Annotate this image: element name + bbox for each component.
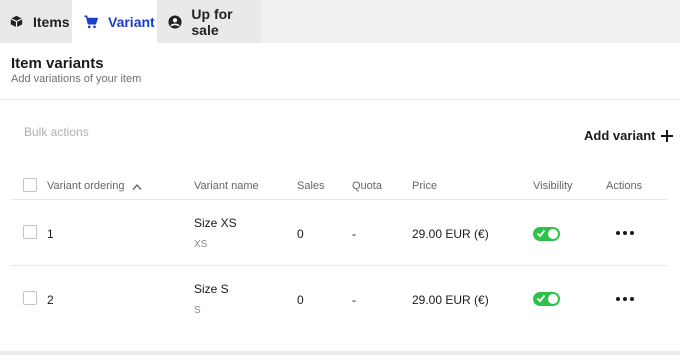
variant-quota: - [352, 293, 356, 307]
column-header-name: Variant name [194, 180, 259, 192]
tab-up-for-sale[interactable]: Up for sale [157, 0, 261, 43]
row-divider [10, 265, 668, 266]
variant-name: Size S [194, 282, 229, 296]
tab-label: Up for sale [191, 5, 233, 38]
variant-price: 29.00 EUR (€) [412, 227, 489, 241]
column-header-sales: Sales [297, 180, 325, 192]
table-divider [10, 199, 668, 200]
visibility-toggle[interactable] [533, 292, 560, 306]
variant-order: 2 [47, 293, 54, 307]
add-variant-button[interactable]: Add variant [584, 128, 673, 143]
visibility-toggle[interactable] [533, 227, 560, 241]
bottom-border [0, 351, 680, 355]
column-header-quota: Quota [352, 180, 382, 192]
column-header-visibility: Visibility [533, 180, 573, 192]
check-icon [536, 229, 546, 238]
variant-code: S [194, 305, 201, 316]
more-actions-icon[interactable] [616, 230, 634, 236]
variant-sales: 0 [297, 227, 304, 241]
variant-sales: 0 [297, 293, 304, 307]
page-title: Item variants [11, 55, 104, 72]
variant-quota: - [352, 227, 356, 241]
variant-order: 1 [47, 227, 54, 241]
add-variant-label: Add variant [584, 128, 656, 143]
column-header-price: Price [412, 180, 438, 192]
header-divider [0, 99, 680, 100]
tab-bar: Items Variant Up for sale [0, 0, 680, 43]
variant-code: XS [194, 239, 208, 250]
row-checkbox[interactable] [23, 291, 37, 305]
variant-price: 29.00 EUR (€) [412, 293, 489, 307]
box-icon [8, 14, 24, 30]
plus-icon [660, 129, 673, 142]
tab-variant[interactable]: Variant [72, 0, 157, 43]
select-all-checkbox[interactable] [23, 178, 37, 192]
chevron-up-icon[interactable] [132, 183, 142, 191]
toggle-knob [548, 229, 558, 239]
row-checkbox[interactable] [23, 225, 37, 239]
tab-label: Variant [108, 13, 155, 30]
column-header-ordering[interactable]: Variant ordering [47, 180, 124, 192]
page-subtitle: Add variations of your item [11, 73, 142, 85]
column-header-actions: Actions [606, 180, 643, 192]
tab-items[interactable]: Items [0, 0, 72, 43]
bulk-actions-dropdown[interactable]: Bulk actions [24, 125, 89, 139]
user-circle-icon [167, 14, 182, 30]
toggle-knob [548, 294, 558, 304]
variants-panel: Item variants Add variations of your ite… [0, 43, 680, 351]
check-icon [536, 294, 546, 303]
cart-icon [83, 14, 99, 30]
variant-name: Size XS [194, 216, 237, 230]
more-actions-icon[interactable] [616, 296, 634, 302]
tab-label: Items [33, 13, 70, 30]
